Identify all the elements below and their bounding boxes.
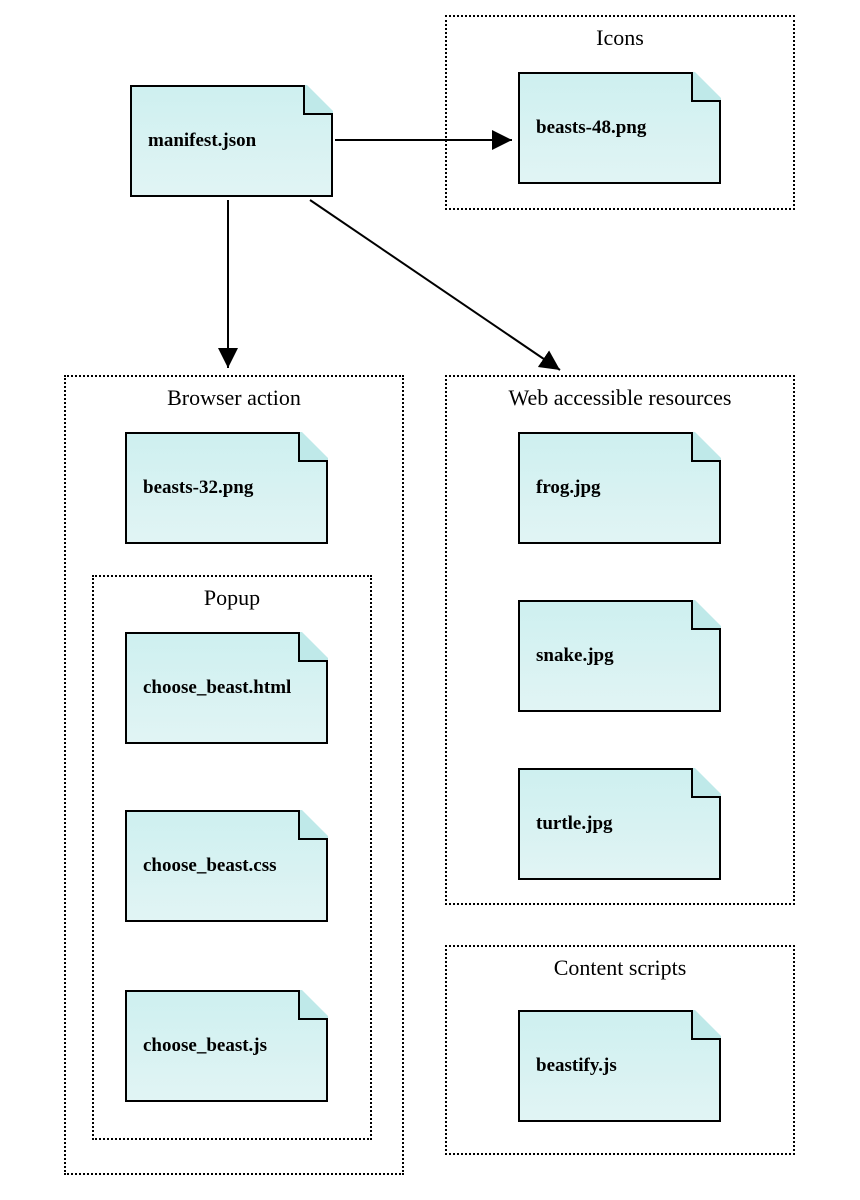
file-beasts-32: beasts-32.png — [125, 432, 328, 544]
file-frog-label: frog.jpg — [536, 477, 601, 499]
file-fold-icon — [691, 1010, 721, 1040]
file-choose-css: choose_beast.css — [125, 810, 328, 922]
file-fold-icon — [298, 432, 328, 462]
file-turtle: turtle.jpg — [518, 768, 721, 880]
file-beastify-label: beastify.js — [536, 1055, 617, 1077]
diagram-canvas: Icons Browser action Popup Web accessibl… — [0, 0, 860, 1200]
group-icons-title: Icons — [447, 25, 793, 51]
file-fold-icon — [298, 810, 328, 840]
group-web-accessible-title: Web accessible resources — [447, 385, 793, 411]
file-snake: snake.jpg — [518, 600, 721, 712]
file-beasts-48: beasts-48.png — [518, 72, 721, 184]
file-frog: frog.jpg — [518, 432, 721, 544]
arrow-manifest-to-web-accessible — [310, 200, 560, 370]
file-fold-icon — [691, 768, 721, 798]
file-manifest-label: manifest.json — [148, 130, 256, 152]
file-beastify: beastify.js — [518, 1010, 721, 1122]
file-fold-icon — [298, 990, 328, 1020]
file-snake-label: snake.jpg — [536, 645, 614, 667]
file-fold-icon — [691, 600, 721, 630]
file-fold-icon — [303, 85, 333, 115]
file-choose-html: choose_beast.html — [125, 632, 328, 744]
file-choose-css-label: choose_beast.css — [143, 855, 277, 877]
file-choose-html-label: choose_beast.html — [143, 677, 291, 699]
file-fold-icon — [298, 632, 328, 662]
group-popup-title: Popup — [94, 585, 370, 611]
file-choose-js: choose_beast.js — [125, 990, 328, 1102]
file-fold-icon — [691, 72, 721, 102]
file-manifest: manifest.json — [130, 85, 333, 197]
group-content-scripts-title: Content scripts — [447, 955, 793, 981]
file-turtle-label: turtle.jpg — [536, 813, 613, 835]
file-beasts-48-label: beasts-48.png — [536, 117, 646, 139]
file-fold-icon — [691, 432, 721, 462]
file-choose-js-label: choose_beast.js — [143, 1035, 267, 1057]
file-beasts-32-label: beasts-32.png — [143, 477, 253, 499]
group-browser-action-title: Browser action — [66, 385, 402, 411]
